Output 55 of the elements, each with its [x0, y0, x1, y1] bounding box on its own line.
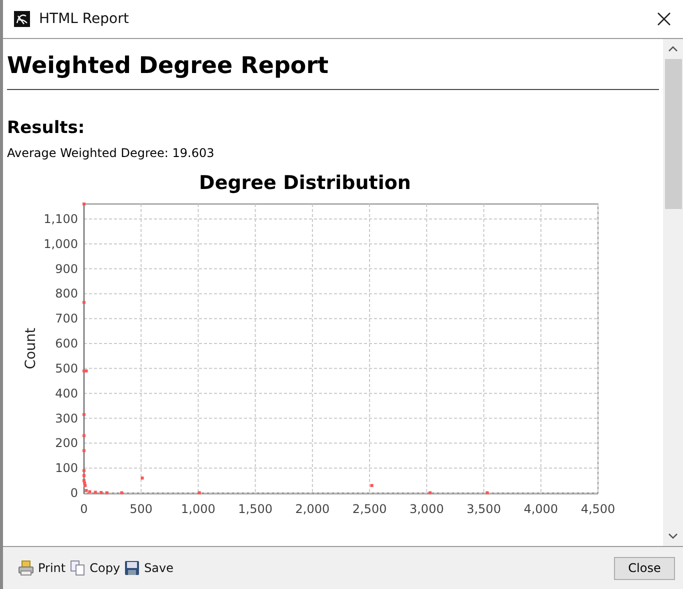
data-point: [428, 491, 432, 494]
scroll-down-icon[interactable]: [668, 533, 678, 539]
data-point: [198, 491, 201, 494]
toolbar-button[interactable]: Save: [124, 560, 174, 576]
x-tick-label: 2,500: [352, 502, 387, 516]
data-point: [140, 476, 144, 480]
y-tick-label: 700: [55, 312, 78, 326]
x-tick-label: 4,000: [524, 502, 558, 516]
y-axis-label: Count: [23, 328, 39, 370]
data-point: [486, 491, 489, 494]
app-logo-icon: [14, 11, 30, 27]
x-tick-label: 1,500: [238, 502, 273, 516]
data-point: [94, 490, 97, 494]
x-tick-label: 0: [80, 502, 88, 516]
x-tick-label: 4,500: [580, 502, 616, 516]
x-tick-label: 500: [130, 502, 153, 516]
printer-icon: [18, 560, 34, 576]
y-tick-label: 600: [55, 336, 78, 351]
data-point: [105, 491, 108, 494]
window-title: HTML Report: [39, 11, 129, 27]
section-heading: Results:: [7, 118, 86, 138]
y-tick-label: 300: [55, 411, 78, 426]
data-point: [82, 413, 86, 416]
toolbar-button[interactable]: Print: [18, 560, 66, 576]
x-tick-label: 2,000: [295, 502, 330, 516]
scrollbar-thumb[interactable]: [664, 59, 682, 209]
x-tick-label: 3,500: [466, 502, 501, 516]
data-point: [100, 491, 103, 494]
data-point: [120, 491, 124, 494]
y-tick-label: 200: [55, 436, 78, 450]
data-point: [82, 449, 86, 452]
data-point: [370, 484, 374, 488]
data-point: [82, 474, 86, 478]
summary-text: Average Weighted Degree: 19.603: [7, 146, 216, 160]
y-tick-label: 100: [55, 461, 78, 476]
data-point: [82, 434, 86, 438]
data-point: [82, 300, 86, 304]
y-tick-label: 500: [55, 361, 78, 376]
toolbar-button[interactable]: Copy: [70, 560, 120, 576]
close-button[interactable]: Close: [614, 556, 675, 580]
data-point: [82, 202, 86, 206]
y-tick-label: 900: [55, 262, 78, 276]
x-tick-label: 1,000: [181, 502, 216, 516]
y-tick-label: 0: [70, 486, 78, 500]
copy-icon: [70, 560, 86, 576]
scroll-up-icon[interactable]: [668, 46, 678, 52]
y-tick-label: 800: [55, 286, 78, 301]
y-tick-label: 400: [55, 386, 78, 400]
y-tick-label: 1,000: [44, 236, 78, 251]
report-heading: Weighted Degree Report: [7, 53, 330, 79]
close-icon[interactable]: [657, 12, 671, 26]
x-tick-label: 3,000: [409, 502, 444, 516]
chart-title: Degree Distribution: [199, 172, 411, 194]
y-tick-label: 1,100: [44, 212, 78, 226]
data-point: [82, 469, 86, 472]
